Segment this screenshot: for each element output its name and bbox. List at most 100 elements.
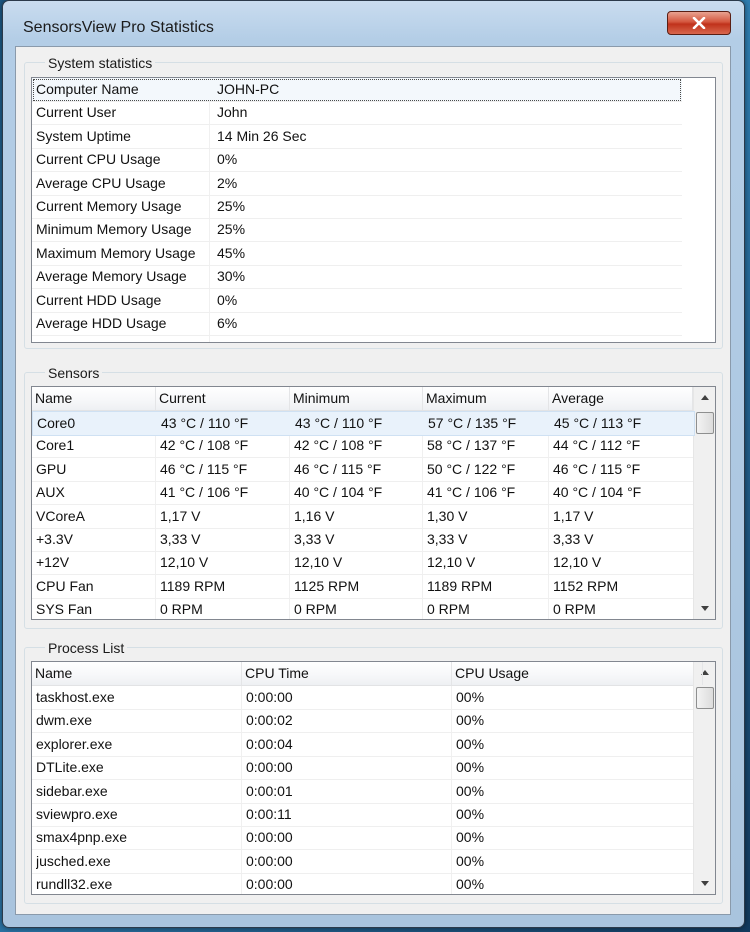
process-row[interactable]: explorer.exe 0:00:04 00% <box>32 733 693 757</box>
name-cell: dwm.exe <box>36 712 93 729</box>
stat-name: Average Memory Usage <box>36 268 187 285</box>
stat-value: 25% <box>217 198 246 214</box>
name-cell: +12V <box>36 554 70 571</box>
sensor-row[interactable]: +12V 12,10 V 12,10 V 12,10 V 12,10 V <box>32 551 693 576</box>
system-statistics-list[interactable]: Computer Name JOHN-PC Current User John Syst… <box>31 77 716 343</box>
sensor-row[interactable]: Core0 43 °C / 110 °F 43 °C / 110 °F 57 °C /… <box>32 411 695 436</box>
cpu-usage-cell: 00% <box>456 735 485 752</box>
sensors-scrollbar[interactable] <box>693 387 715 619</box>
column-header-row: Name CPU Time CPU Usage <box>32 662 703 686</box>
maximum-cell: 0 RPM <box>427 601 470 618</box>
stat-row[interactable]: Minimum Memory Usage 25% <box>32 218 682 243</box>
cpu-time-cell: 0:00:11 <box>246 806 292 822</box>
column-header-row: Name Current Minimum Maximum Average <box>32 387 693 411</box>
current-cell: 41 °C / 106 °F <box>160 484 249 501</box>
minimum-cell: 3,33 V <box>294 531 335 547</box>
process-row[interactable]: jusched.exe 0:00:00 00% <box>32 850 693 874</box>
system-statistics-label: System statistics <box>45 55 156 71</box>
name-cell: sidebar.exe <box>36 782 108 799</box>
name-cell: CPU Fan <box>36 577 94 594</box>
stat-row[interactable]: Average HDD Usage 6% <box>32 312 682 336</box>
process-row[interactable]: smax4pnp.exe 0:00:00 00% <box>32 826 693 851</box>
stat-name: Computer Name <box>36 81 139 97</box>
stat-row[interactable]: Maximum Memory Usage 45% <box>32 242 682 266</box>
name-cell: SYS Fan <box>36 601 93 618</box>
sensor-row[interactable]: Core1 42 °C / 108 °F 42 °C / 108 °F 58 °C /… <box>32 434 693 459</box>
stat-value: 45% <box>217 244 246 261</box>
stat-name: Minimum Memory Usage <box>36 221 192 238</box>
sensor-row[interactable]: SYS Fan 0 RPM 0 RPM 0 RPM 0 RPM <box>32 598 693 619</box>
stat-row[interactable]: Average Memory Usage 30% <box>32 265 682 290</box>
current-cell: 3,33 V <box>160 531 201 547</box>
column-header[interactable]: Name <box>32 662 242 685</box>
process-row[interactable]: sviewpro.exe 0:00:11 00% <box>32 803 693 827</box>
column-header[interactable]: Average <box>549 387 693 410</box>
stat-row[interactable]: Average CPU Usage 2% <box>32 172 682 196</box>
name-cell: rundll32.exe <box>36 876 113 893</box>
minimum-cell: 1125 RPM <box>294 577 360 594</box>
stat-name: Current CPU Usage <box>36 151 161 168</box>
stat-row[interactable]: Current Memory Usage 25% <box>32 195 682 219</box>
column-header[interactable]: CPU Time <box>242 662 452 685</box>
scroll-up-button[interactable] <box>694 387 715 408</box>
sensor-row[interactable]: +3.3V 3,33 V 3,33 V 3,33 V 3,33 V <box>32 528 693 552</box>
average-cell: 12,10 V <box>553 554 602 571</box>
current-cell: 42 °C / 108 °F <box>160 437 249 454</box>
cpu-usage-cell: 00% <box>456 759 485 776</box>
cpu-time-cell: 0:00:00 <box>246 759 293 776</box>
process-row[interactable]: taskhost.exe 0:00:00 00% <box>32 686 693 710</box>
cpu-time-cell: 0:00:02 <box>246 712 293 729</box>
scroll-thumb[interactable] <box>696 412 714 434</box>
process-row[interactable]: rundll32.exe 0:00:00 00% <box>32 873 693 894</box>
name-cell: explorer.exe <box>36 735 113 752</box>
stat-value: 0% <box>217 151 238 168</box>
column-header[interactable]: Maximum <box>423 387 549 410</box>
cpu-usage-cell: 00% <box>456 782 485 799</box>
column-header[interactable]: Current <box>156 387 290 410</box>
sensor-row[interactable]: VCoreA 1,17 V 1,16 V 1,30 V 1,17 V <box>32 505 693 529</box>
stat-name: Maximum Memory Usage <box>36 244 196 261</box>
average-cell: 46 °C / 115 °F <box>553 460 641 477</box>
stat-value: 14 Min 26 Sec <box>217 127 307 144</box>
cpu-usage-cell: 00% <box>456 852 485 869</box>
client-area: System statistics Computer Name JOHN-PC Cu… <box>15 46 731 915</box>
minimum-cell: 42 °C / 108 °F <box>294 437 383 454</box>
title-bar[interactable]: SensorsView Pro Statistics <box>3 1 744 43</box>
cpu-usage-cell: 00% <box>456 806 485 822</box>
close-button[interactable] <box>667 11 731 35</box>
process-row[interactable]: dwm.exe 0:00:02 00% <box>32 709 693 734</box>
process-row[interactable]: sidebar.exe 0:00:01 00% <box>32 780 693 804</box>
average-cell: 44 °C / 112 °F <box>553 437 641 454</box>
process-list[interactable]: Name CPU Time CPU Usage taskhost.exe 0:00:00… <box>31 661 716 895</box>
average-cell: 3,33 V <box>553 531 594 547</box>
maximum-cell: 12,10 V <box>427 554 476 571</box>
stat-value: 30% <box>217 268 246 285</box>
stat-row[interactable]: Current User John <box>32 101 682 126</box>
cpu-time-cell: 0:00:00 <box>246 876 293 893</box>
column-header[interactable]: Name <box>32 387 156 410</box>
sensors-list[interactable]: Name Current Minimum Maximum Average Core0 43 … <box>31 386 716 620</box>
stat-value: JOHN-PC <box>217 81 280 97</box>
average-cell: 1152 RPM <box>553 577 619 594</box>
cpu-usage-cell: 00% <box>456 876 485 893</box>
average-cell: 40 °C / 104 °F <box>553 484 642 501</box>
scroll-down-button[interactable] <box>694 598 715 619</box>
maximum-cell: 1189 RPM <box>427 577 493 594</box>
cpu-time-cell: 0:00:01 <box>246 782 293 799</box>
name-cell: smax4pnp.exe <box>36 829 128 846</box>
cpu-usage-cell: 00% <box>456 689 485 705</box>
stat-row[interactable]: Current CPU Usage 0% <box>32 148 682 173</box>
stat-row[interactable]: Current HDD Usage 0% <box>32 289 682 313</box>
name-cell: AUX <box>36 484 65 501</box>
process-row[interactable]: DTLite.exe 0:00:00 00% <box>32 756 693 781</box>
column-header[interactable]: CPU Usage <box>452 662 703 685</box>
current-cell: 46 °C / 115 °F <box>160 460 248 477</box>
sensor-row[interactable]: AUX 41 °C / 106 °F 40 °C / 104 °F 41 °C / 1… <box>32 481 693 506</box>
stat-row[interactable]: Computer Name JOHN-PC <box>32 78 682 102</box>
sensor-row[interactable]: CPU Fan 1189 RPM 1125 RPM 1189 RPM 1152 RPM <box>32 575 693 599</box>
stat-row[interactable]: System Uptime 14 Min 26 Sec <box>32 125 682 149</box>
sensor-row[interactable]: GPU 46 °C / 115 °F 46 °C / 115 °F 50 °C / 1… <box>32 458 693 482</box>
sensors-label: Sensors <box>45 365 103 381</box>
column-header[interactable]: Minimum <box>290 387 423 410</box>
current-cell: 1189 RPM <box>160 577 226 594</box>
